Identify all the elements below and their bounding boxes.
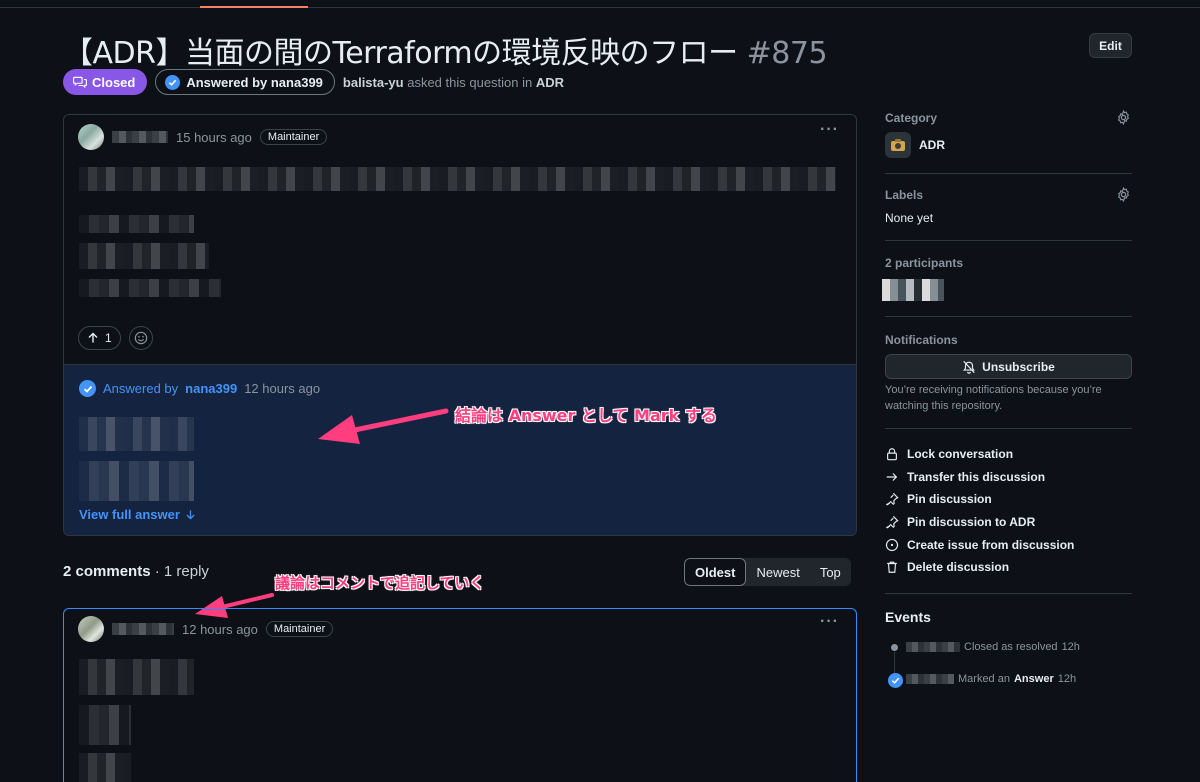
events-heading: Events (885, 609, 931, 625)
pin-discussion-to-adr-label: Pin discussion to ADR (907, 515, 1036, 529)
comment-sort-control: Oldest Newest Top (684, 558, 851, 586)
event-user-blurred[interactable] (906, 642, 960, 652)
trash-icon (887, 561, 897, 573)
unsubscribe-label: Unsubscribe (982, 359, 1055, 374)
pin-discussion-label: Pin discussion (907, 492, 992, 506)
notification-reason-text: You’re receiving notifications because y… (885, 384, 1102, 412)
sort-oldest[interactable]: Oldest (684, 558, 747, 586)
event-marked-time[interactable]: 12h (1058, 673, 1076, 685)
comments-count: 2 comments · 1 reply (63, 563, 209, 580)
event-user-blurred[interactable] (906, 674, 954, 684)
create-issue-label: Create issue from discussion (907, 538, 1075, 552)
divider (885, 593, 1132, 594)
sort-newest[interactable]: Newest (746, 558, 809, 586)
timeline-dot (891, 644, 898, 651)
category-name: ADR (919, 138, 945, 152)
pin-discussion-to-adr-action[interactable]: Pin discussion to ADR (885, 513, 1035, 531)
pin-discussion-action[interactable]: Pin discussion (885, 490, 992, 508)
comment-body-blurred (79, 753, 131, 782)
lock-conversation-label: Lock conversation (907, 447, 1014, 461)
sort-top[interactable]: Top (810, 558, 851, 586)
event-answer-link[interactable]: Answer (1014, 673, 1054, 685)
divider (885, 428, 1132, 429)
divider (885, 316, 1132, 317)
author-name-blurred (112, 623, 174, 635)
labels-heading: Labels (885, 188, 924, 202)
transfer-discussion-action[interactable]: Transfer this discussion (885, 468, 1045, 486)
bell-slash-icon (963, 360, 976, 374)
divider (885, 240, 1132, 241)
gear-icon[interactable] (1116, 187, 1131, 202)
labels-value: None yet (885, 211, 934, 225)
comment-header: 12 hours ago Maintainer (78, 616, 334, 642)
delete-discussion-label: Delete discussion (907, 560, 1010, 574)
comment-body-blurred (79, 705, 131, 745)
comment-body-blurred (79, 659, 194, 695)
lock-icon (887, 448, 897, 461)
create-issue-action[interactable]: Create issue from discussion (885, 536, 1074, 554)
maintainer-badge: Maintainer (265, 621, 334, 637)
divider (885, 173, 1132, 174)
gear-icon[interactable] (1116, 110, 1131, 125)
category-value[interactable]: ADR (885, 132, 945, 158)
event-closed-time[interactable]: 12h (1062, 641, 1080, 653)
kebab-menu-icon[interactable]: ··· (820, 613, 839, 631)
delete-discussion-action[interactable]: Delete discussion (885, 558, 1009, 576)
unsubscribe-button[interactable]: Unsubscribe (885, 354, 1132, 379)
issue-opened-icon (885, 538, 899, 552)
notifications-heading: Notifications (885, 333, 958, 347)
comment-time[interactable]: 12 hours ago (182, 622, 258, 637)
avatar[interactable] (78, 616, 104, 642)
annotation-answer-note: 結論は Answer として Mark する (455, 406, 717, 425)
event-marked-text: Marked an (958, 673, 1010, 685)
lock-conversation-action[interactable]: Lock conversation (885, 445, 1013, 463)
category-emoji-icon (885, 132, 911, 158)
event-marked-answer: Marked an Answer 12h (906, 673, 1076, 685)
event-closed: Closed as resolved 12h (906, 641, 1080, 653)
category-heading: Category (885, 111, 938, 125)
pin-icon (886, 515, 899, 529)
participant-avatars-blurred[interactable] (882, 279, 944, 301)
check-circle-icon (888, 673, 903, 688)
arrow-right-icon (886, 473, 898, 481)
annotation-comment-note: 議論はコメントで追記していく (275, 574, 485, 592)
pin-icon (886, 492, 899, 506)
comments-count-label: 2 comments (63, 563, 151, 580)
participants-heading: 2 participants (885, 256, 964, 270)
event-closed-text: Closed as resolved (964, 641, 1058, 653)
transfer-discussion-label: Transfer this discussion (907, 470, 1046, 484)
reply-count-label: · 1 reply (150, 563, 209, 580)
comment-card: 12 hours ago Maintainer ··· (63, 608, 857, 782)
